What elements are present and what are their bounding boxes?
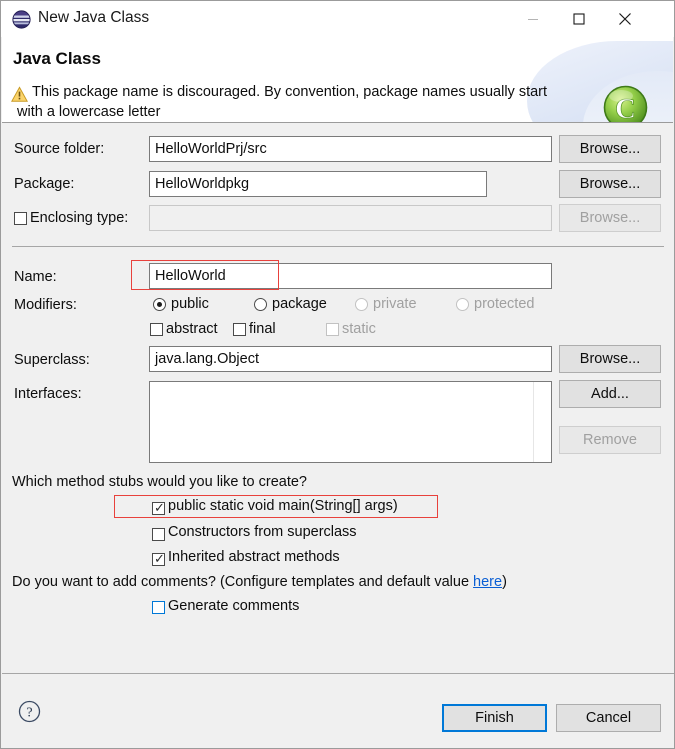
- warning-message-line1: This package name is discouraged. By con…: [32, 84, 548, 100]
- minimize-icon: [528, 19, 538, 20]
- new-java-class-dialog: New Java Class Java Class This package n…: [0, 0, 675, 749]
- interfaces-label: Interfaces:: [14, 386, 82, 402]
- generate-comments-label: Generate comments: [168, 598, 300, 614]
- close-button[interactable]: [602, 1, 648, 37]
- warning-icon: [10, 86, 29, 103]
- source-folder-browse-button[interactable]: Browse...: [559, 135, 661, 163]
- modifier-radio-private: [355, 298, 368, 311]
- close-icon: [619, 13, 631, 25]
- maximize-button[interactable]: [556, 1, 602, 37]
- source-folder-input[interactable]: HelloWorldPrj/src: [149, 136, 552, 162]
- maximize-icon: [573, 13, 585, 25]
- radio-dot: [157, 302, 162, 307]
- check-mark-icon: ✓: [154, 500, 165, 515]
- cancel-button[interactable]: Cancel: [556, 704, 661, 732]
- footer-divider: [2, 673, 674, 674]
- stub-checkbox-main[interactable]: ✓: [152, 500, 165, 515]
- warning-message: This package name is discouraged. By con…: [17, 82, 610, 122]
- modifier-label-protected: protected: [474, 296, 535, 312]
- modifier-checkbox-static: [326, 323, 339, 336]
- stub-label-main: public static void main(String[] args): [168, 498, 398, 514]
- package-input[interactable]: HelloWorldpkg: [149, 171, 487, 197]
- check-mark-icon: ✓: [154, 551, 165, 566]
- title-bar: New Java Class: [1, 1, 674, 37]
- interfaces-add-button[interactable]: Add...: [559, 380, 661, 408]
- enclosing-type-input: [149, 205, 552, 231]
- minimize-button[interactable]: [510, 1, 556, 37]
- svg-text:?: ?: [26, 706, 32, 721]
- modifier-radio-package[interactable]: [254, 298, 267, 311]
- section-divider-top: [12, 246, 664, 247]
- interfaces-remove-button: Remove: [559, 426, 661, 454]
- modifier-label-final: final: [249, 321, 276, 337]
- package-label: Package:: [14, 176, 75, 192]
- eclipse-icon: [12, 10, 31, 29]
- method-stubs-question: Which method stubs would you like to cre…: [12, 474, 307, 490]
- modifiers-label: Modifiers:: [14, 297, 77, 313]
- superclass-input[interactable]: java.lang.Object: [149, 346, 552, 372]
- modifier-label-private: private: [373, 296, 417, 312]
- interfaces-list[interactable]: [149, 381, 552, 463]
- enclosing-type-browse-button: Browse...: [559, 204, 661, 232]
- dialog-banner: Java Class This package name is discoura…: [2, 37, 673, 123]
- modifier-checkbox-abstract[interactable]: [150, 323, 163, 336]
- java-class-badge-icon: C: [601, 83, 650, 122]
- modifier-label-package: package: [272, 296, 327, 312]
- modifier-radio-protected: [456, 298, 469, 311]
- name-input[interactable]: HelloWorld: [149, 263, 552, 289]
- page-title: Java Class: [13, 49, 101, 68]
- warning-message-line2: with a lowercase letter: [17, 104, 161, 120]
- stub-checkbox-constructors[interactable]: [152, 528, 165, 541]
- enclosing-type-label: Enclosing type:: [30, 210, 129, 226]
- package-browse-button[interactable]: Browse...: [559, 170, 661, 198]
- stub-checkbox-inherited[interactable]: ✓: [152, 551, 165, 566]
- comments-question-prefix: Do you want to add comments? (Configure …: [12, 574, 474, 590]
- interfaces-scrollbar[interactable]: [533, 382, 551, 462]
- generate-comments-checkbox[interactable]: [152, 601, 165, 614]
- modifier-checkbox-final[interactable]: [233, 323, 246, 336]
- superclass-label: Superclass:: [14, 352, 90, 368]
- configure-templates-link[interactable]: here: [473, 574, 502, 590]
- name-label: Name:: [14, 269, 57, 285]
- window-title: New Java Class: [38, 9, 150, 26]
- stub-label-inherited: Inherited abstract methods: [168, 549, 340, 565]
- modifier-label-abstract: abstract: [166, 321, 218, 337]
- comments-question: Do you want to add comments? (Configure …: [12, 574, 507, 590]
- source-folder-label: Source folder:: [14, 141, 105, 157]
- enclosing-type-checkbox[interactable]: [14, 212, 27, 225]
- comments-question-suffix: ): [502, 574, 507, 590]
- help-icon[interactable]: ?: [18, 700, 41, 723]
- finish-button[interactable]: Finish: [442, 704, 547, 732]
- stub-label-constructors: Constructors from superclass: [168, 524, 357, 540]
- modifier-radio-public[interactable]: [153, 298, 166, 311]
- modifier-label-public: public: [171, 296, 209, 312]
- modifier-label-static: static: [342, 321, 376, 337]
- superclass-browse-button[interactable]: Browse...: [559, 345, 661, 373]
